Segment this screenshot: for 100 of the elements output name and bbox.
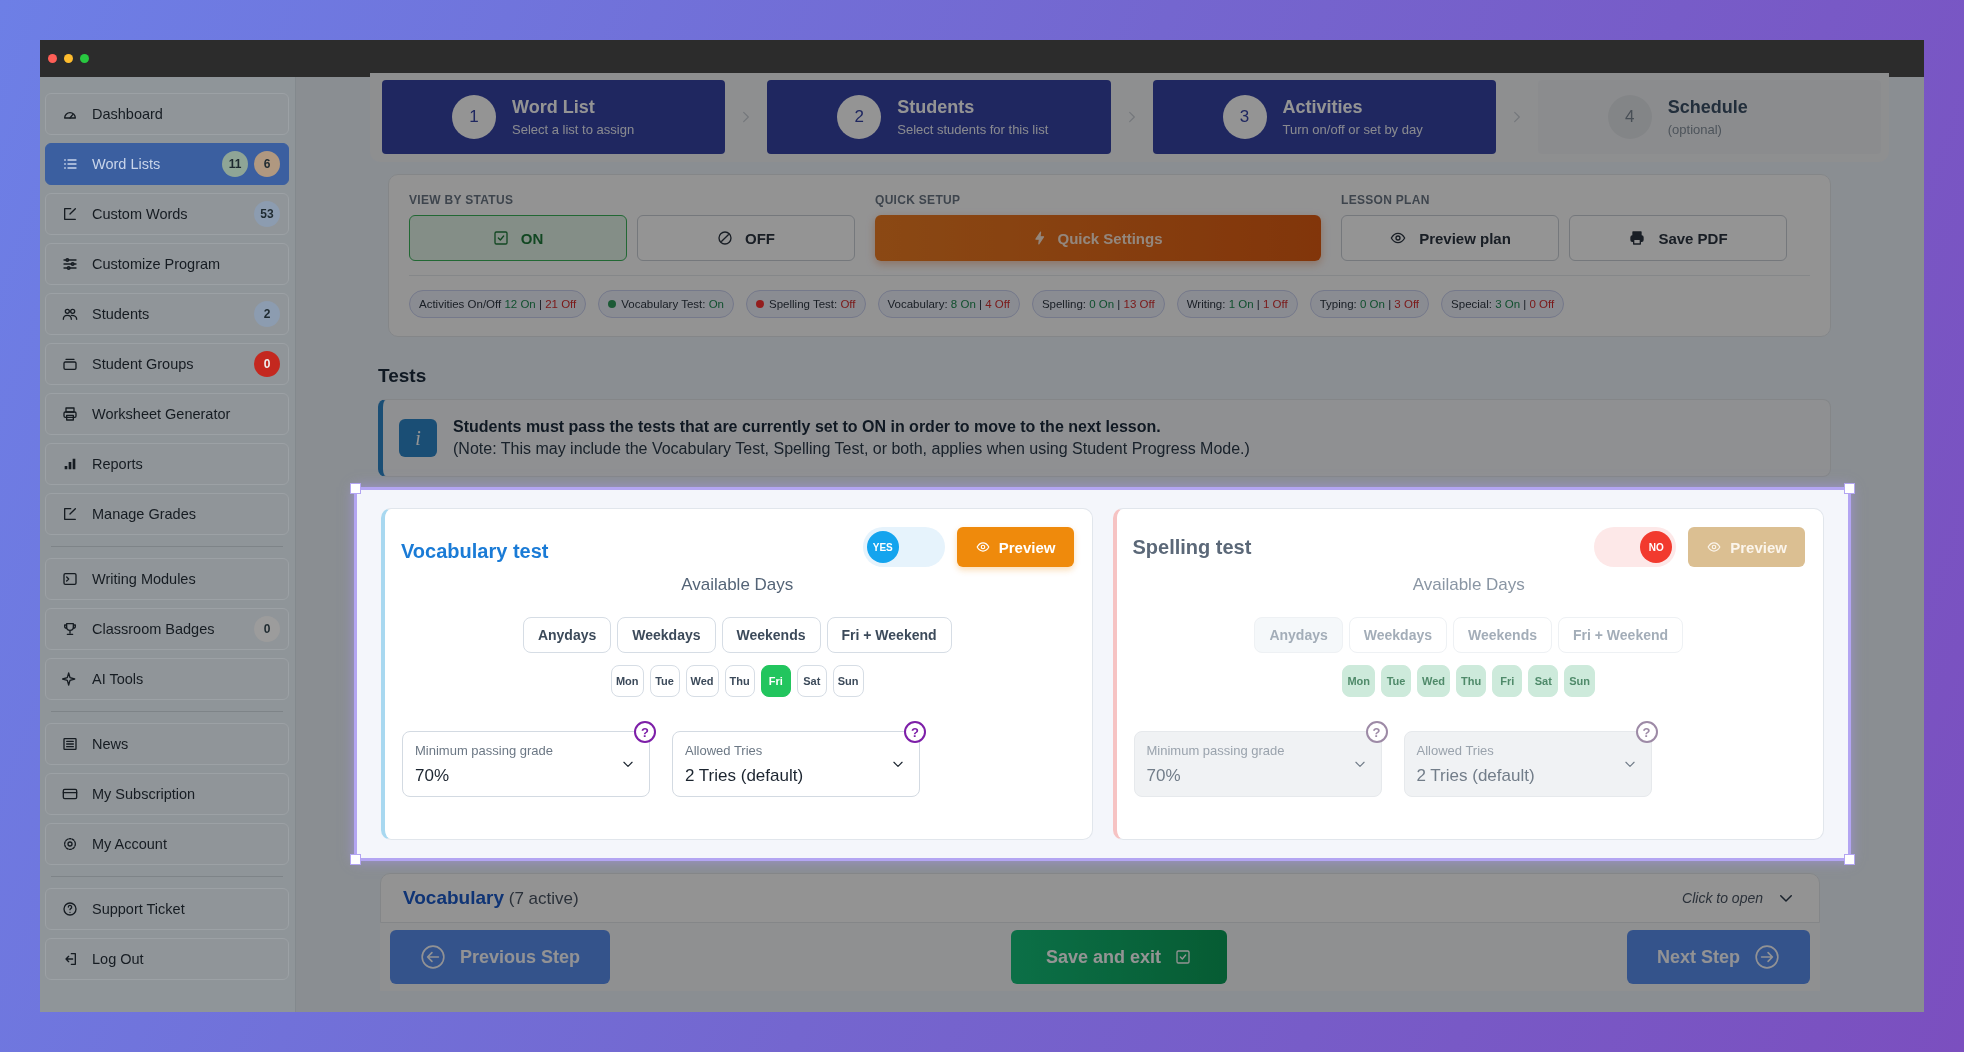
printer-icon	[1628, 230, 1647, 246]
chip-text: Writing: 1 On | 1 Off	[1186, 298, 1288, 310]
help-icon[interactable]: ?	[1365, 721, 1388, 743]
sidebar-item[interactable]: My Account	[45, 823, 289, 865]
resize-handle[interactable]	[350, 483, 361, 494]
checkbox-icon	[1175, 949, 1192, 965]
day-button[interactable]: Mon	[610, 665, 644, 697]
newspaper-icon	[62, 736, 78, 752]
resize-handle[interactable]	[1844, 854, 1855, 865]
close-button[interactable]	[48, 54, 57, 63]
help-icon[interactable]: ?	[634, 721, 656, 743]
sidebar-item[interactable]: Manage Grades	[45, 493, 289, 535]
resize-handle[interactable]	[350, 854, 361, 865]
sliders-icon	[62, 256, 78, 272]
section-heading: Tests	[378, 365, 428, 387]
preset-button[interactable]: Fri + Weekend	[826, 617, 952, 653]
day-button[interactable]: Tue	[1381, 665, 1412, 697]
preset-button[interactable]: Weekdays	[617, 617, 716, 653]
day-button[interactable]: Thu	[1456, 665, 1487, 697]
info-text: Students must pass the tests that are currently set to ON in order to move to the next lesson.	[453, 418, 1162, 436]
bar-chart-icon	[62, 456, 78, 472]
maximize-button[interactable]	[80, 54, 89, 63]
count-badge: 0	[254, 351, 280, 377]
status-filter-button[interactable]: OFF	[637, 215, 855, 261]
chip-text: Vocabulary: 8 On | 4 Off	[887, 298, 1010, 310]
sidebar-item[interactable]: Worksheet Generator	[45, 393, 289, 435]
day-button[interactable]: Wed	[685, 665, 719, 697]
people-icon	[62, 306, 78, 322]
sidebar-item[interactable]: Students 2	[45, 293, 289, 335]
step-card[interactable]: 1 Word List Select a list to assign	[382, 80, 726, 154]
printer-icon	[62, 406, 78, 422]
step-card[interactable]: 3 Activities Turn on/off or set by day	[1152, 80, 1496, 154]
day-button[interactable]: Wed	[1417, 665, 1451, 697]
sidebar-item[interactable]: My Subscription	[45, 773, 289, 815]
sidebar-item[interactable]: AI Tools	[45, 658, 289, 700]
step-title: Schedule	[1667, 97, 1748, 118]
sidebar-item[interactable]: Customize Program	[45, 243, 289, 285]
minimize-button[interactable]	[64, 54, 73, 63]
sidebar-item[interactable]: Student Groups 0	[45, 343, 289, 385]
sidebar-item[interactable]: Support Ticket	[45, 888, 289, 930]
help-icon[interactable]: ?	[1635, 721, 1658, 743]
sidebar-item[interactable]: Custom Words 53	[45, 193, 289, 235]
resize-handle[interactable]	[1844, 483, 1855, 494]
day-button[interactable]: Fri	[1492, 665, 1523, 697]
section-hint: Click to open	[1682, 890, 1763, 906]
day-button[interactable]: Sun	[832, 665, 864, 697]
group-heading: VIEW BY STATUS	[409, 193, 515, 207]
status-filter-button[interactable]: ON	[409, 215, 627, 261]
chip-text: Spelling Test: Off	[769, 298, 856, 310]
step-number: 4	[1607, 95, 1652, 139]
day-button[interactable]: Sat	[1528, 665, 1559, 697]
card-title: Spelling test	[1132, 535, 1253, 559]
sidebar-item[interactable]: News	[45, 723, 289, 765]
edit-icon	[62, 206, 78, 222]
step-subtitle: Turn on/off or set by day	[1282, 122, 1423, 137]
section-title: Vocabulary (7 active)	[403, 887, 579, 909]
sidebar-item[interactable]: Dashboard	[45, 93, 289, 135]
count-badge: 11	[222, 151, 248, 177]
step-subtitle: (optional)	[1667, 122, 1723, 137]
day-button[interactable]: Thu	[724, 665, 755, 697]
step-title: Activities	[1282, 97, 1364, 118]
sidebar-item[interactable]: Classroom Badges 0	[45, 608, 289, 650]
sparkle-icon	[62, 671, 78, 687]
sidebar-item[interactable]: Word Lists 11 6	[45, 143, 289, 185]
day-button[interactable]: Sat	[796, 665, 827, 697]
preset-button[interactable]: Anydays	[522, 617, 612, 653]
eye-icon	[974, 540, 991, 554]
trophy-icon	[62, 621, 78, 637]
day-button[interactable]: Sun	[1564, 665, 1596, 697]
terminal-icon	[62, 571, 78, 587]
day-button[interactable]: Tue	[649, 665, 680, 697]
step-number: 2	[837, 95, 882, 139]
count-badge: 6	[254, 151, 280, 177]
prohibited-icon	[717, 230, 733, 246]
days-heading: Available Days	[681, 575, 794, 595]
chip-text: Spelling: 0 On | 13 Off	[1041, 298, 1155, 310]
preview-plan-button[interactable]: Preview plan	[1341, 215, 1559, 261]
sidebar-item[interactable]: Log Out	[45, 938, 289, 980]
save-pdf-button[interactable]: Save PDF	[1569, 215, 1787, 261]
sidebar-item[interactable]: Writing Modules	[45, 558, 289, 600]
edit-icon	[62, 506, 78, 522]
help-icon	[62, 901, 78, 917]
chip-text: Typing: 0 On | 3 Off	[1319, 298, 1420, 310]
card-icon	[62, 786, 78, 802]
step-card[interactable]: 2 Students Select students for this list	[767, 80, 1111, 154]
collapsible-header[interactable]: Vocabulary (7 active) Click to open	[380, 873, 1820, 923]
list-icon	[62, 156, 78, 172]
arrow-left-icon	[420, 944, 446, 970]
chip-text: Special: 3 On | 0 Off	[1451, 298, 1555, 310]
step-title: Word List	[512, 97, 596, 118]
help-icon[interactable]: ?	[904, 721, 926, 743]
sidebar-item[interactable]: Reports	[45, 443, 289, 485]
chip-text: Activities On/Off 12 On | 21 Off	[419, 298, 577, 310]
eye-icon	[1389, 230, 1408, 246]
step-number: 1	[452, 95, 496, 139]
toggle-switch[interactable]: YES	[862, 527, 945, 567]
toggle-switch[interactable]: NO	[1594, 527, 1677, 567]
count-badge: 0	[254, 616, 280, 642]
day-button[interactable]: Mon	[1342, 665, 1376, 697]
preset-button[interactable]: Weekends	[721, 617, 821, 653]
